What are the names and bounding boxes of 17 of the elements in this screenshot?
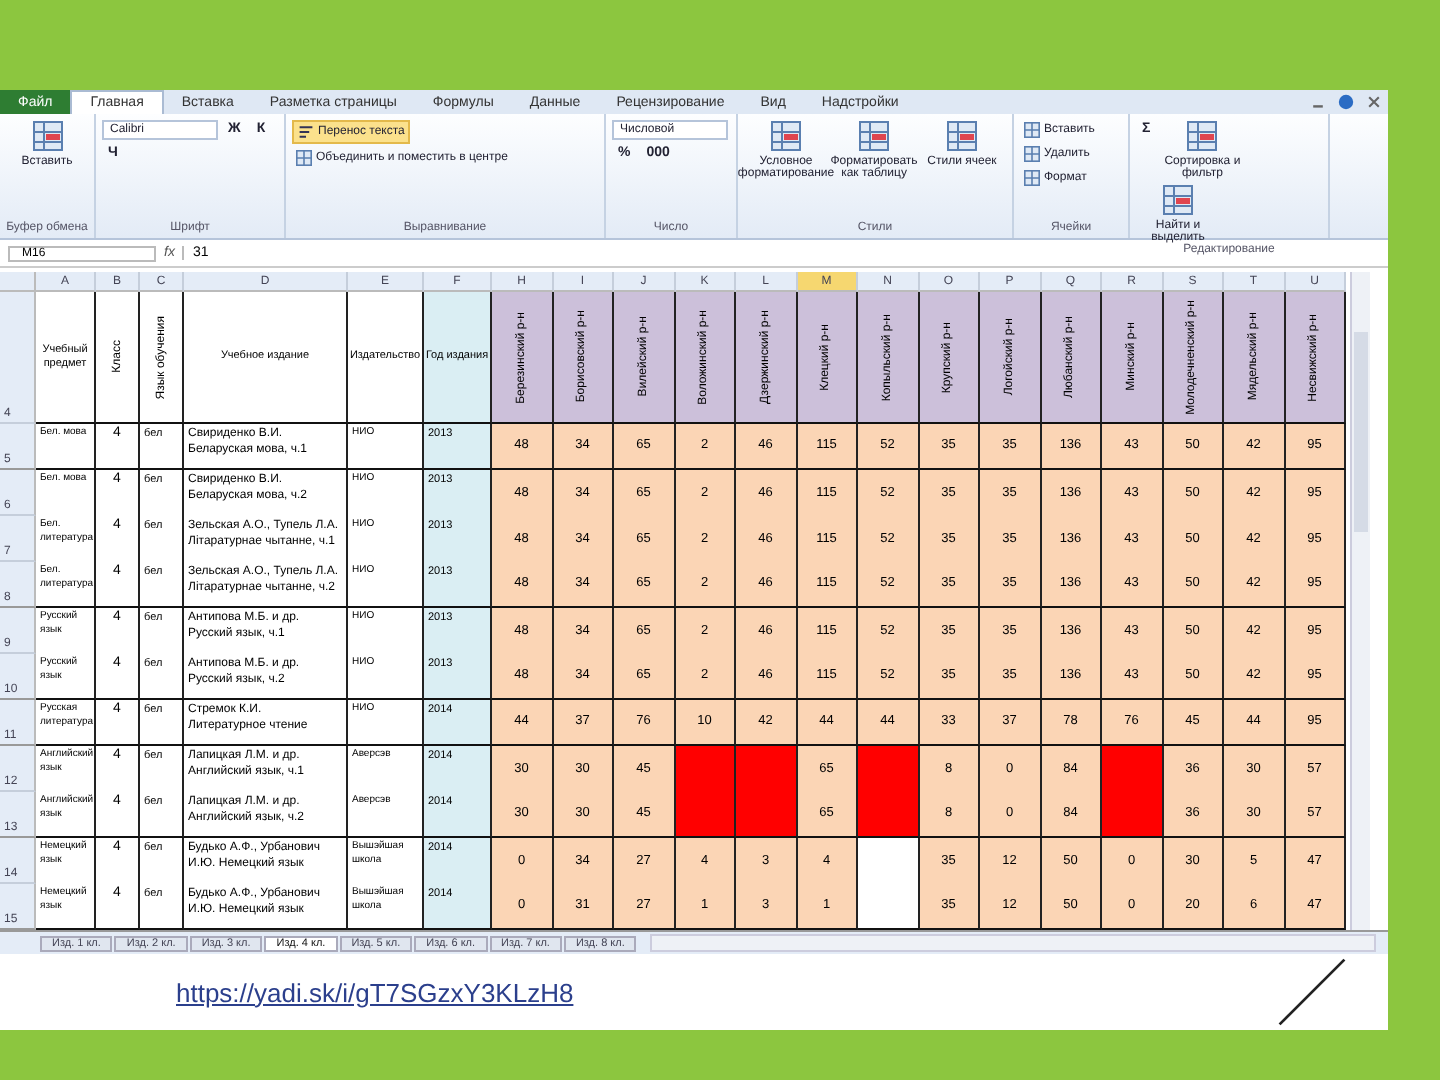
diagonal-line: [1276, 956, 1348, 1028]
grid-icon: [1162, 184, 1194, 216]
wrap-icon: [298, 124, 314, 140]
help-icon[interactable]: [1338, 94, 1354, 110]
link[interactable]: https://yadi.sk/i/gT7SGzxY3KLzH8: [176, 977, 574, 1007]
grid-icon: [31, 120, 63, 152]
grid-icon: [1024, 146, 1040, 162]
grid-icon: [770, 120, 802, 152]
grid-icon: [1186, 120, 1219, 152]
horizontal-scrollbar[interactable]: [650, 934, 1376, 952]
grid-icon: [946, 120, 978, 152]
grid-icon: [1024, 122, 1040, 138]
grid-icon: [1024, 170, 1040, 186]
grid-icon: [296, 150, 312, 166]
grid-icon: [858, 120, 890, 152]
vertical-scrollbar[interactable]: [1350, 272, 1370, 930]
close-icon[interactable]: [1366, 94, 1382, 110]
